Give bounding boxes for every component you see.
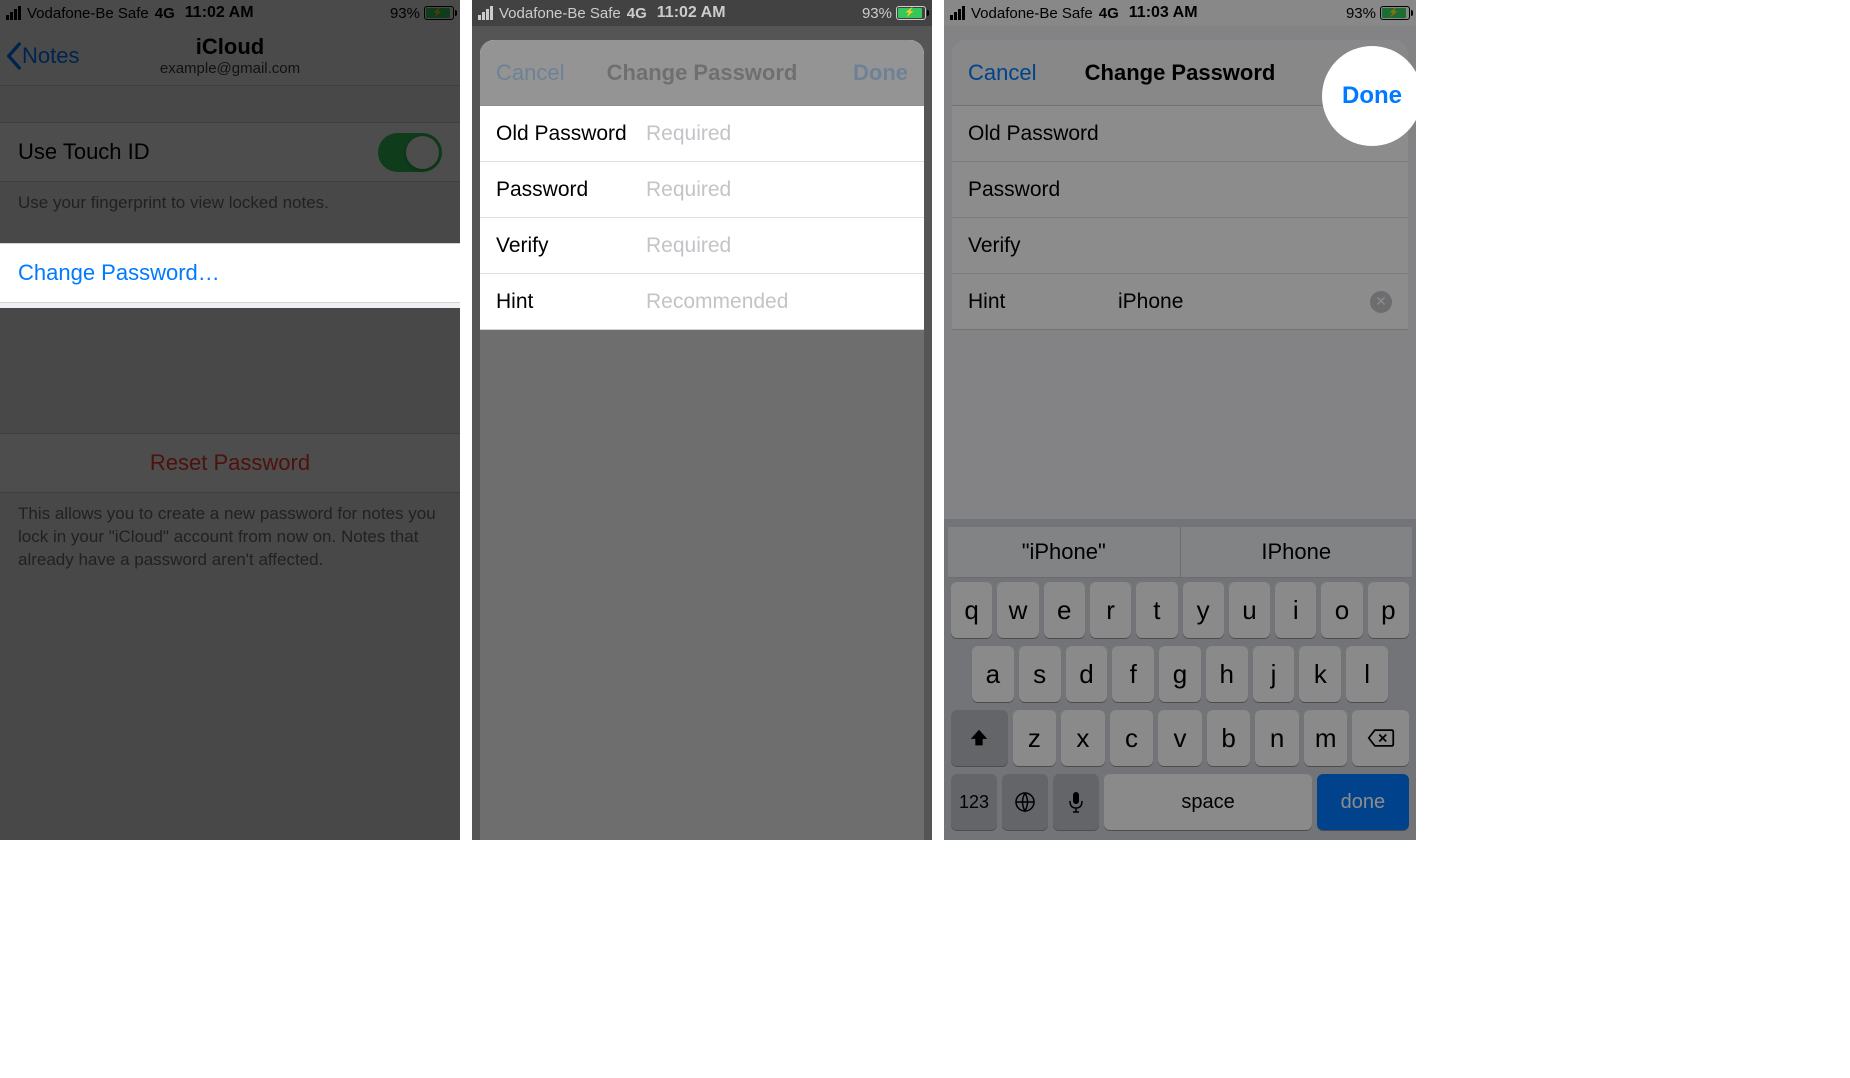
key-o[interactable]: o <box>1321 582 1362 638</box>
status-bar: Vodafone-Be Safe 4G 11:03 AM 93% <box>944 0 1416 26</box>
backspace-icon <box>1367 727 1395 749</box>
key-e[interactable]: e <box>1044 582 1085 638</box>
sheet-nav-dim <box>480 40 924 106</box>
suggestion-1[interactable]: "iPhone" <box>948 527 1181 577</box>
mic-icon <box>1066 790 1086 814</box>
old-password-row[interactable]: Old Password Required <box>480 106 924 162</box>
keyboard: "iPhone" IPhone qwertyuiop asdfghjkl zxc… <box>944 519 1416 840</box>
keyboard-row-2: asdfghjkl <box>948 642 1412 706</box>
key-g[interactable]: g <box>1159 646 1201 702</box>
hint-label: Hint <box>496 290 646 314</box>
suggestion-2[interactable]: IPhone <box>1181 527 1413 577</box>
keyboard-row-1: qwertyuiop <box>948 578 1412 642</box>
key-a[interactable]: a <box>972 646 1014 702</box>
password-label: Password <box>496 178 646 202</box>
status-time: 11:03 AM <box>1129 4 1198 22</box>
key-l[interactable]: l <box>1346 646 1388 702</box>
globe-icon <box>1013 790 1037 814</box>
hint-value: iPhone <box>1118 290 1364 314</box>
carrier-label: Vodafone-Be Safe <box>971 5 1093 22</box>
verify-row[interactable]: Verify Required <box>480 218 924 274</box>
key-b[interactable]: b <box>1207 710 1251 766</box>
signal-icon <box>478 6 493 20</box>
done-highlight-circle: Done <box>1322 46 1416 146</box>
status-time: 11:02 AM <box>657 4 726 22</box>
password-label: Password <box>968 178 1118 202</box>
key-h[interactable]: h <box>1206 646 1248 702</box>
key-z[interactable]: z <box>1013 710 1057 766</box>
key-u[interactable]: u <box>1229 582 1270 638</box>
old-password-label: Old Password <box>968 122 1118 146</box>
screenshot-3-done-highlight: Vodafone-Be Safe 4G 11:03 AM 93% Cancel … <box>944 0 1416 840</box>
key-i[interactable]: i <box>1275 582 1316 638</box>
old-password-placeholder: Required <box>646 122 731 146</box>
key-t[interactable]: t <box>1136 582 1177 638</box>
done-highlight-label[interactable]: Done <box>1342 82 1402 110</box>
password-row[interactable]: Password Required <box>480 162 924 218</box>
key-q[interactable]: q <box>951 582 992 638</box>
key-r[interactable]: r <box>1090 582 1131 638</box>
mic-key[interactable] <box>1053 774 1099 830</box>
key-c[interactable]: c <box>1110 710 1154 766</box>
key-p[interactable]: p <box>1368 582 1409 638</box>
change-password-label: Change Password… <box>18 260 220 286</box>
backspace-key[interactable] <box>1352 710 1409 766</box>
shift-icon <box>968 727 990 749</box>
suggestion-bar: "iPhone" IPhone <box>948 527 1412 578</box>
battery-percent: 93% <box>862 5 892 22</box>
hint-row[interactable]: Hint iPhone ✕ <box>952 274 1408 330</box>
hint-label: Hint <box>968 290 1118 314</box>
sheet-title: Change Password <box>1085 60 1276 86</box>
battery-icon <box>1380 6 1410 20</box>
key-m[interactable]: m <box>1304 710 1348 766</box>
hint-placeholder: Recommended <box>646 290 788 314</box>
password-placeholder: Required <box>646 178 731 202</box>
keyboard-done-key[interactable]: done <box>1317 774 1409 830</box>
screenshot-1-settings: Vodafone-Be Safe 4G 11:02 AM 93% Notes i… <box>0 0 472 840</box>
key-y[interactable]: y <box>1183 582 1224 638</box>
space-key[interactable]: space <box>1104 774 1311 830</box>
key-k[interactable]: k <box>1299 646 1341 702</box>
change-password-row[interactable]: Change Password… <box>0 243 460 303</box>
change-password-sheet: Cancel Change Password Done Old Password… <box>480 40 924 840</box>
key-s[interactable]: s <box>1019 646 1061 702</box>
dim-bottom <box>0 308 460 840</box>
cancel-button[interactable]: Cancel <box>968 60 1036 86</box>
key-x[interactable]: x <box>1061 710 1105 766</box>
key-j[interactable]: j <box>1253 646 1295 702</box>
key-v[interactable]: v <box>1158 710 1202 766</box>
password-row[interactable]: Password <box>952 162 1408 218</box>
keyboard-row-4: 123 space done <box>948 770 1412 834</box>
screenshot-2-change-password-sheet: Vodafone-Be Safe 4G 11:02 AM 93% Cancel … <box>472 0 944 840</box>
globe-key[interactable] <box>1002 774 1048 830</box>
shift-key[interactable] <box>951 710 1008 766</box>
sheet-empty-area <box>480 330 924 840</box>
network-type: 4G <box>627 5 647 22</box>
numbers-key[interactable]: 123 <box>951 774 997 830</box>
status-bar: Vodafone-Be Safe 4G 11:02 AM 93% <box>472 0 932 26</box>
key-n[interactable]: n <box>1255 710 1299 766</box>
network-type: 4G <box>1099 5 1119 22</box>
signal-icon <box>950 6 965 20</box>
verify-row[interactable]: Verify <box>952 218 1408 274</box>
clear-icon[interactable]: ✕ <box>1370 291 1392 313</box>
old-password-label: Old Password <box>496 122 646 146</box>
dim-top <box>0 0 460 248</box>
hint-row[interactable]: Hint Recommended <box>480 274 924 330</box>
key-d[interactable]: d <box>1066 646 1108 702</box>
carrier-label: Vodafone-Be Safe <box>499 5 621 22</box>
verify-placeholder: Required <box>646 234 731 258</box>
battery-icon <box>896 6 926 20</box>
key-w[interactable]: w <box>997 582 1038 638</box>
key-f[interactable]: f <box>1112 646 1154 702</box>
verify-label: Verify <box>968 234 1118 258</box>
verify-label: Verify <box>496 234 646 258</box>
keyboard-row-3: zxcvbnm <box>948 706 1412 770</box>
battery-percent: 93% <box>1346 5 1376 22</box>
